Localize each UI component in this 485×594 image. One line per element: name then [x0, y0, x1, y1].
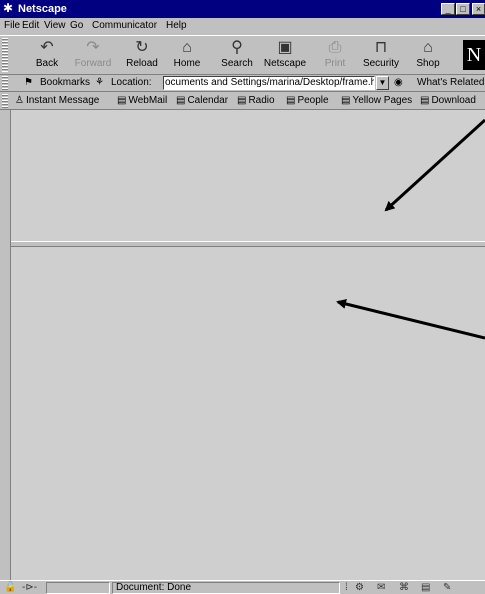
address-book-icon[interactable]: ▤	[421, 581, 430, 594]
progress-bar	[46, 582, 110, 594]
arrow-to-top-frame	[384, 118, 485, 212]
navigator-icon[interactable]: ⚙	[355, 581, 364, 594]
newsgroups-icon[interactable]: ⌘	[399, 581, 409, 594]
mail-icon[interactable]: ✉	[377, 581, 385, 594]
component-bar-grip[interactable]: ⁞	[345, 581, 348, 594]
arrow-to-bottom-frame	[336, 299, 485, 340]
composer-icon[interactable]: ✎	[443, 581, 451, 594]
connection-icon: -⊳-	[22, 582, 38, 593]
annotation-arrows	[336, 118, 485, 340]
status-text-panel	[112, 582, 340, 594]
security-lock-icon[interactable]: 🔓	[4, 581, 16, 594]
status-bar: 🔓 -⊳- Document: Done ⁞ ⚙ ✉ ⌘ ▤ ✎	[0, 580, 485, 594]
